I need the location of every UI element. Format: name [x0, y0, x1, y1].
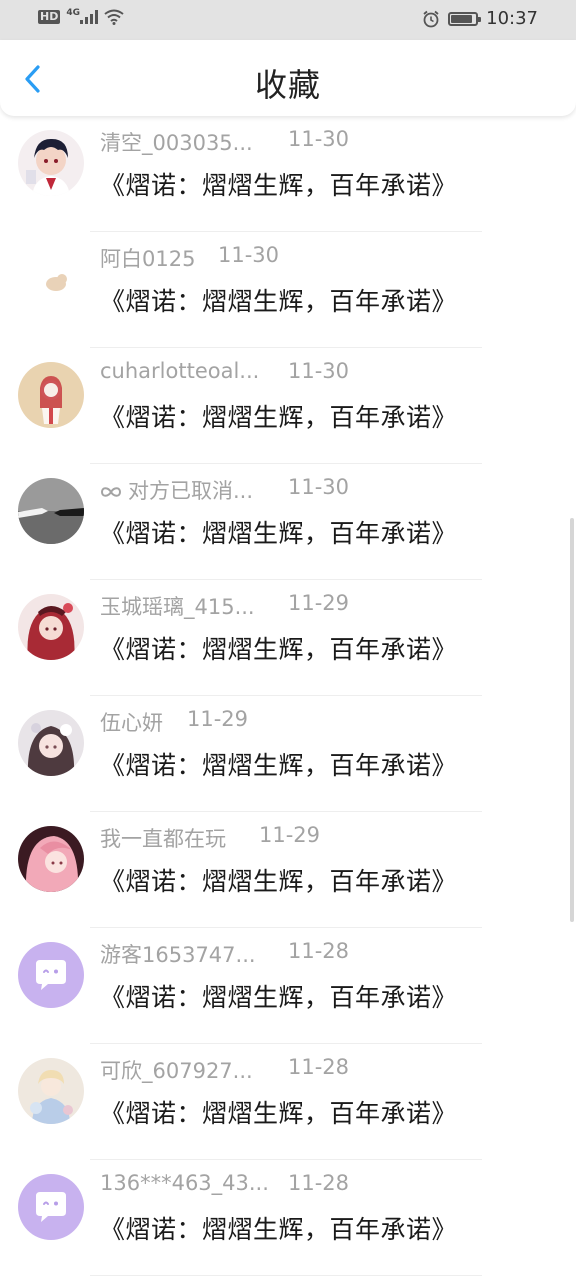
infinity-icon — [100, 479, 128, 503]
book-title[interactable]: 《熠诺：熠熠生辉，百年承诺》 — [100, 514, 457, 550]
book-title[interactable]: 《熠诺：熠熠生辉，百年承诺》 — [100, 862, 457, 898]
favorite-item[interactable]: 玉城瑶璃_415... 11-29 《熠诺：熠熠生辉，百年承诺》 — [0, 580, 576, 696]
book-title[interactable]: 《熠诺：熠熠生辉，百年承诺》 — [100, 978, 457, 1014]
book-title[interactable]: 《熠诺：熠熠生辉，百年承诺》 — [100, 746, 457, 782]
item-meta: 对方已取消... 11-30 — [100, 475, 349, 505]
book-title[interactable]: 《熠诺：熠熠生辉，百年承诺》 — [100, 166, 457, 202]
favorite-date: 11-30 — [288, 359, 350, 383]
header-bar: 收藏 — [0, 40, 576, 116]
book-title[interactable]: 《熠诺：熠熠生辉，百年承诺》 — [100, 630, 457, 666]
favorite-date: 11-29 — [187, 707, 249, 731]
favorite-item[interactable]: 伍心妍 11-29 《熠诺：熠熠生辉，百年承诺》 — [0, 696, 576, 812]
item-meta: 清空_003035... 11-30 — [100, 127, 349, 157]
page-title: 收藏 — [254, 66, 321, 104]
alarm-icon — [423, 10, 439, 27]
favorite-item[interactable]: 游客1653747... 11-28 《熠诺：熠熠生辉，百年承诺》 — [0, 928, 576, 1044]
username: 清空_003035... — [100, 131, 253, 155]
item-meta: 伍心妍 11-29 — [100, 707, 248, 737]
network-type: 4G — [66, 8, 80, 18]
user-avatar[interactable] — [18, 594, 84, 660]
user-avatar[interactable] — [18, 710, 84, 776]
username: 伍心妍 — [100, 711, 163, 735]
favorite-item[interactable]: 对方已取消... 11-30 《熠诺：熠熠生辉，百年承诺》 — [0, 464, 576, 580]
user-avatar[interactable] — [18, 362, 84, 428]
username: 136***463_43... — [100, 1171, 269, 1195]
favorite-item[interactable]: 136***463_43... 11-28 《熠诺：熠熠生辉，百年承诺》 — [0, 1160, 576, 1276]
user-avatar[interactable] — [18, 246, 84, 312]
item-meta: cuharlotteoal... 11-30 — [100, 359, 349, 389]
hd-badge: HD — [38, 10, 61, 24]
username: 我一直都在玩 — [100, 827, 226, 851]
favorite-date: 11-28 — [288, 939, 350, 963]
user-avatar[interactable] — [18, 478, 84, 544]
favorite-date: 11-28 — [288, 1055, 350, 1079]
username: 游客1653747... — [100, 943, 256, 967]
item-meta: 阿白0125 11-30 — [100, 243, 279, 273]
scrollbar[interactable] — [570, 518, 574, 922]
book-title[interactable]: 《熠诺：熠熠生辉，百年承诺》 — [100, 1094, 457, 1130]
signal-icon — [80, 10, 98, 24]
username: 玉城瑶璃_415... — [100, 595, 255, 619]
book-title[interactable]: 《熠诺：熠熠生辉，百年承诺》 — [100, 1210, 457, 1246]
item-meta: 可欣_607927... 11-28 — [100, 1055, 349, 1085]
username: 阿白0125 — [100, 247, 196, 271]
book-title[interactable]: 《熠诺：熠熠生辉，百年承诺》 — [100, 398, 457, 434]
favorite-item[interactable]: 清空_003035... 11-30 《熠诺：熠熠生辉，百年承诺》 — [0, 116, 576, 232]
favorite-date: 11-29 — [259, 823, 321, 847]
favorite-date: 11-30 — [218, 243, 280, 267]
favorite-date: 11-29 — [288, 591, 350, 615]
user-avatar[interactable] — [18, 1058, 84, 1124]
battery-icon — [448, 11, 482, 26]
item-meta: 我一直都在玩 11-29 — [100, 823, 320, 853]
favorites-list: 清空_003035... 11-30 《熠诺：熠熠生辉，百年承诺》 阿白0125 11-… — [0, 116, 576, 1276]
username: 对方已取消... — [128, 479, 254, 503]
user-avatar[interactable] — [18, 130, 84, 196]
favorite-date: 11-30 — [288, 475, 350, 499]
user-avatar[interactable] — [18, 942, 84, 1008]
item-meta: 136***463_43... 11-28 — [100, 1171, 349, 1201]
favorite-item[interactable]: 阿白0125 11-30 《熠诺：熠熠生辉，百年承诺》 — [0, 232, 576, 348]
divider — [90, 1275, 482, 1276]
book-title[interactable]: 《熠诺：熠熠生辉，百年承诺》 — [100, 282, 457, 318]
user-avatar[interactable] — [18, 826, 84, 892]
status-bar: HD 4G 10:37 — [0, 0, 576, 40]
wifi-icon — [104, 9, 124, 25]
item-meta: 玉城瑶璃_415... 11-29 — [100, 591, 349, 621]
favorite-item[interactable]: 我一直都在玩 11-29 《熠诺：熠熠生辉，百年承诺》 — [0, 812, 576, 928]
user-avatar[interactable] — [18, 1174, 84, 1240]
favorite-date: 11-30 — [288, 127, 350, 151]
username: 可欣_607927... — [100, 1059, 253, 1083]
item-meta: 游客1653747... 11-28 — [100, 939, 349, 969]
favorite-date: 11-28 — [288, 1171, 350, 1195]
favorite-item[interactable]: cuharlotteoal... 11-30 《熠诺：熠熠生辉，百年承诺》 — [0, 348, 576, 464]
favorite-item[interactable]: 可欣_607927... 11-28 《熠诺：熠熠生辉，百年承诺》 — [0, 1044, 576, 1160]
clock: 10:37 — [486, 8, 538, 29]
username: cuharlotteoal... — [100, 359, 260, 383]
